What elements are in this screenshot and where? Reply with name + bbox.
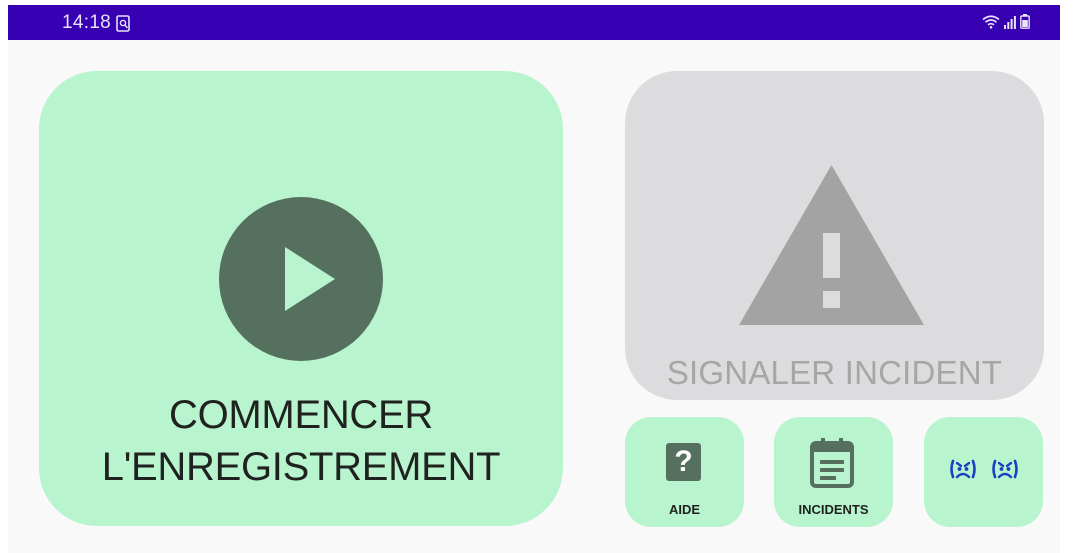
status-bar: 14:18 xyxy=(8,5,1060,40)
help-button[interactable]: ? AIDE xyxy=(625,417,744,527)
play-icon xyxy=(219,197,383,361)
signal-icon xyxy=(1004,15,1016,34)
report-incident-label: SIGNALER INCIDENT xyxy=(666,354,1003,391)
status-time: 14:18 xyxy=(62,12,112,33)
mood-icons xyxy=(924,457,1043,483)
angry-face-icon xyxy=(991,459,1018,479)
warning-icon xyxy=(739,165,924,325)
angry-face-icon xyxy=(949,459,976,479)
report-incident-button[interactable]: SIGNALER INCIDENT xyxy=(625,71,1044,400)
help-label: AIDE xyxy=(668,502,701,517)
wifi-icon xyxy=(982,15,1000,34)
incidents-label: INCIDENTS xyxy=(798,502,869,517)
screen-search-icon xyxy=(116,15,131,32)
mood-button[interactable] xyxy=(924,417,1043,527)
start-recording-button[interactable]: COMMENCER L'ENREGISTREMENT xyxy=(39,71,563,526)
battery-icon xyxy=(1020,14,1030,34)
status-icons xyxy=(982,14,1030,34)
help-icon: ? xyxy=(666,443,701,481)
incidents-button[interactable]: INCIDENTS xyxy=(774,417,893,527)
start-recording-label: COMMENCER L'ENREGISTREMENT xyxy=(101,393,501,489)
calendar-icon xyxy=(810,438,854,488)
